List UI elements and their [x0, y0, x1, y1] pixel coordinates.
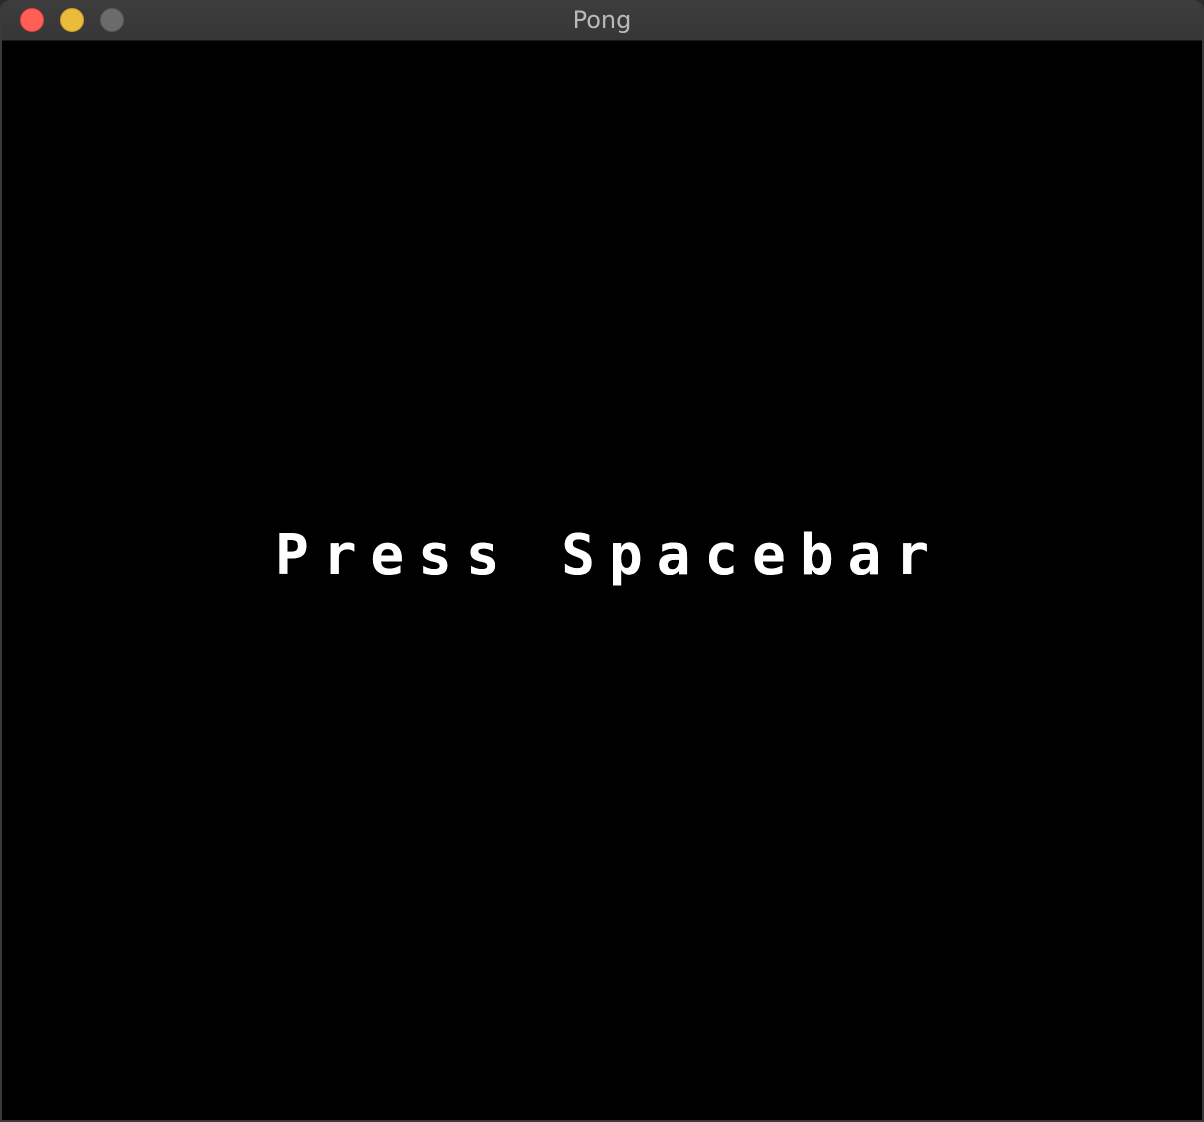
game-canvas[interactable]: Press Spacebar — [2, 41, 1202, 1120]
window-title: Pong — [572, 6, 632, 34]
app-window: Pong Press Spacebar — [0, 0, 1204, 1122]
title-bar[interactable]: Pong — [2, 0, 1202, 41]
start-prompt: Press Spacebar — [274, 523, 943, 588]
